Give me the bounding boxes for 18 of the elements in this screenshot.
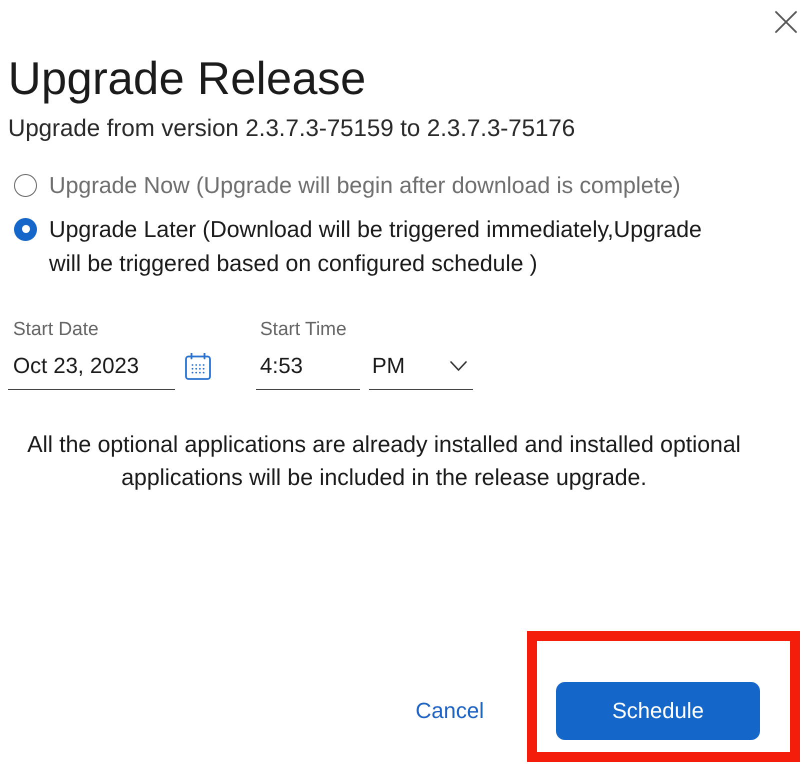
dialog-subtitle: Upgrade from version 2.3.7.3-75159 to 2.3.7.3-75176 bbox=[8, 114, 576, 144]
info-message: All the optional applications are already installed and installed optional applications will be included in the release upgrade. bbox=[26, 430, 742, 492]
dialog-title: Upgrade Release bbox=[8, 52, 366, 104]
time-field[interactable]: 4:53 bbox=[256, 343, 360, 390]
radio-label[interactable]: Upgrade Now (Upgrade will begin after download is complete) bbox=[49, 168, 681, 202]
radio-label[interactable]: Upgrade Later (Download will be triggered immediately,Upgrade will be triggered based on configured schedule ) bbox=[49, 212, 721, 280]
close-button[interactable] bbox=[775, 11, 797, 33]
field-label: Start Date bbox=[12, 318, 99, 342]
close-icon bbox=[775, 11, 797, 33]
calendar-icon[interactable] bbox=[185, 353, 211, 380]
field-label: Start Time bbox=[259, 318, 347, 342]
date-field[interactable]: Oct 23, 2023 bbox=[8, 343, 175, 390]
chevron-down-icon bbox=[450, 361, 467, 371]
schedule-button[interactable]: Schedule bbox=[556, 682, 760, 740]
radio-button[interactable] bbox=[14, 174, 37, 196]
cancel-button[interactable]: Cancel bbox=[416, 699, 484, 723]
radio-button[interactable] bbox=[14, 218, 37, 240]
period-select[interactable]: PM bbox=[369, 343, 473, 390]
